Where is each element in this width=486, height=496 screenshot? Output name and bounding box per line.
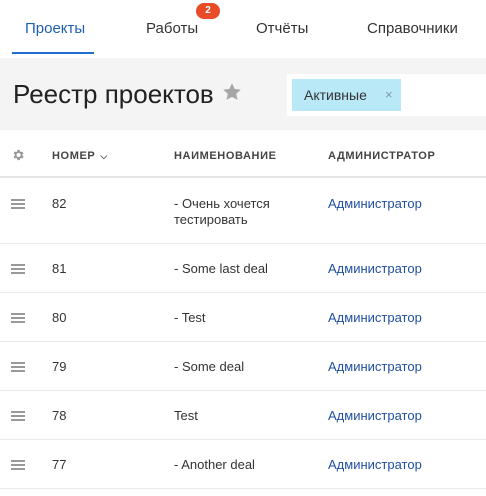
row-number: 82: [52, 196, 67, 211]
table-row[interactable]: 78 Test Администратор: [0, 391, 486, 440]
tab-directories-label: Справочники: [367, 20, 458, 37]
column-name-header[interactable]: НАИМЕНОВАНИЕ: [174, 150, 277, 162]
row-number: 78: [52, 408, 67, 423]
drag-handle-icon[interactable]: [11, 313, 25, 323]
table-row[interactable]: 82 - Очень хочется тестировать Администр…: [0, 178, 486, 244]
works-count-badge: 2: [196, 3, 220, 19]
drag-handle-icon[interactable]: [11, 199, 25, 209]
drag-handle-icon[interactable]: [11, 362, 25, 372]
row-number: 79: [52, 359, 67, 374]
tab-directories[interactable]: Справочники: [367, 0, 477, 58]
row-admin-link[interactable]: Администратор: [328, 457, 422, 473]
table-row[interactable]: 79 - Some deal Администратор: [0, 342, 486, 391]
tab-reports[interactable]: Отчёты: [256, 0, 316, 58]
row-name: - Очень хочется тестировать: [174, 196, 270, 227]
tab-projects[interactable]: Проекты: [25, 0, 95, 58]
page-title: Реестр проектов: [13, 79, 214, 109]
row-number: 80: [52, 310, 67, 325]
table-row[interactable]: 80 - Test Администратор: [0, 293, 486, 342]
drag-handle-icon[interactable]: [11, 264, 25, 274]
row-admin-link[interactable]: Администратор: [328, 408, 422, 424]
row-number: 77: [52, 457, 67, 472]
tab-reports-label: Отчёты: [256, 20, 309, 37]
row-admin-link[interactable]: Администратор: [328, 261, 422, 277]
filter-chip-active: Активные ×: [292, 79, 401, 111]
row-name: - Some last deal: [174, 261, 268, 276]
row-name: - Another deal: [174, 457, 255, 472]
gear-icon[interactable]: [11, 148, 25, 162]
top-nav: Проекты Работы 2 Отчёты Справочники: [0, 0, 486, 58]
column-number-label: НОМЕР: [52, 150, 96, 162]
row-name: - Test: [174, 310, 206, 325]
page-header: Реестр проектов Активные ×: [0, 58, 486, 130]
row-name: - Some deal: [174, 359, 245, 374]
tab-works-label: Работы: [146, 20, 199, 37]
row-admin-link[interactable]: Администратор: [328, 359, 422, 375]
table-row[interactable]: 77 - Another deal Администратор: [0, 440, 486, 489]
filter-chip-remove-icon[interactable]: ×: [385, 87, 393, 102]
drag-handle-icon[interactable]: [11, 411, 25, 421]
column-number-header[interactable]: НОМЕР ⌵: [52, 150, 108, 162]
chevron-down-icon: ⌵: [100, 151, 108, 161]
table-row[interactable]: 81 - Some last deal Администратор: [0, 244, 486, 293]
active-tab-indicator: [12, 52, 94, 54]
favorite-star-icon[interactable]: [221, 81, 243, 103]
column-admin-header[interactable]: АДМИНИСТРАТОР: [328, 150, 435, 162]
tab-projects-label: Проекты: [25, 20, 86, 37]
row-admin-link[interactable]: Администратор: [328, 196, 422, 212]
row-admin-link[interactable]: Администратор: [328, 310, 422, 326]
filter-chip-label: Активные: [304, 87, 367, 103]
row-number: 81: [52, 261, 67, 276]
row-name: Test: [174, 408, 198, 423]
table-header: НОМЕР ⌵ НАИМЕНОВАНИЕ АДМИНИСТРАТОР: [0, 130, 486, 178]
filter-input[interactable]: Активные ×: [287, 74, 486, 116]
drag-handle-icon[interactable]: [11, 460, 25, 470]
